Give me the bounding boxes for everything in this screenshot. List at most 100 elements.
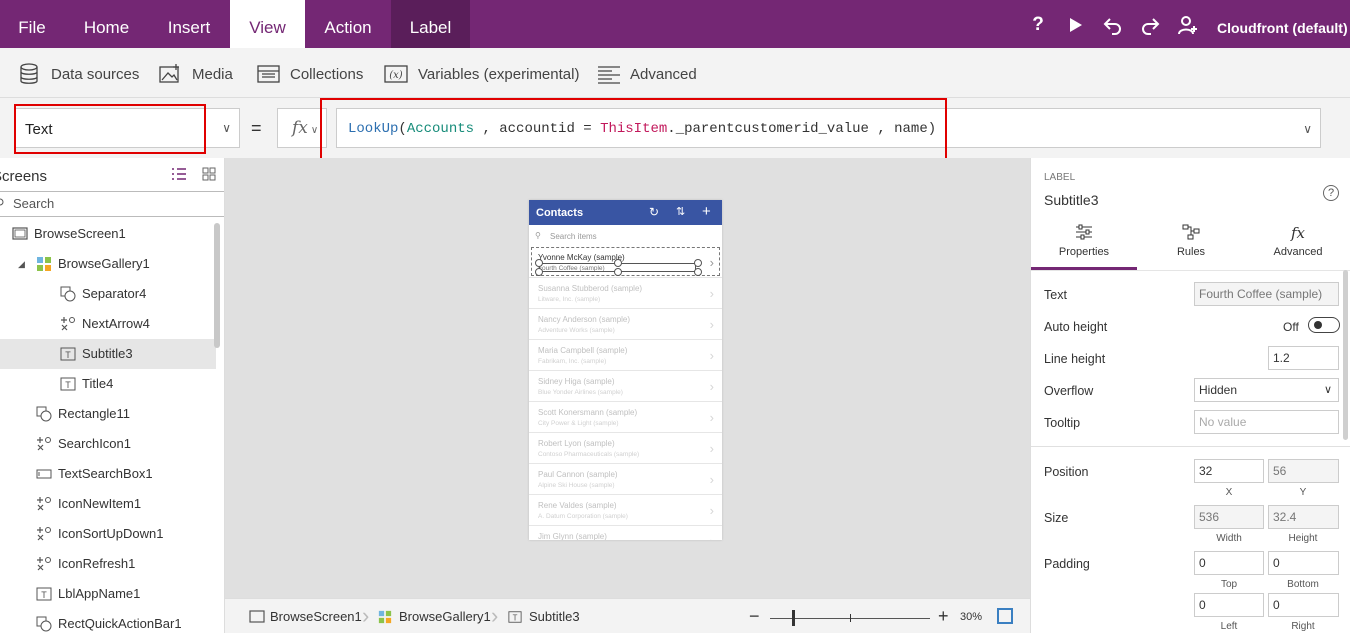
sort-icon[interactable]: ⇅ <box>676 205 685 218</box>
tree-item-separator4[interactable]: Separator4 <box>0 279 216 309</box>
zoom-out-button[interactable]: − <box>749 606 760 627</box>
gallery-item[interactable]: Scott Konersmann (sample) City Power & Li… <box>529 402 722 433</box>
tree-item-lblappname1[interactable]: T LblAppName1 <box>0 579 216 609</box>
tab-home[interactable]: Home <box>64 0 149 48</box>
tree-search-input[interactable]: Search <box>0 191 224 217</box>
tree-item-browsescreen1[interactable]: BrowseScreen1 <box>0 219 216 249</box>
play-icon[interactable] <box>1064 14 1086 36</box>
overflow-dropdown[interactable]: Hidden ∨ <box>1194 378 1339 402</box>
tab-label[interactable]: Label <box>391 0 470 48</box>
tab-insert[interactable]: Insert <box>149 0 229 48</box>
tree-item-nextarrow4[interactable]: NextArrow4 <box>0 309 216 339</box>
environment-label[interactable]: Cloudfront (default) <box>1217 20 1348 36</box>
tab-file[interactable]: File <box>0 0 64 48</box>
tree-item-iconrefresh1[interactable]: IconRefresh1 <box>0 549 216 579</box>
tab-rules[interactable]: Rules <box>1138 222 1244 270</box>
tab-view[interactable]: View <box>230 0 305 48</box>
gallery-item[interactable]: Maria Campbell (sample) Fabrikam, Inc. (s… <box>529 340 722 371</box>
tree-item-subtitle3[interactable]: T Subtitle3 <box>0 339 216 369</box>
tree-item-iconnewitem1[interactable]: IconNewItem1 <box>0 489 216 519</box>
tab-properties[interactable]: Properties <box>1031 222 1137 270</box>
tree-item-searchicon1[interactable]: SearchIcon1 <box>0 429 216 459</box>
share-user-icon[interactable] <box>1177 14 1199 36</box>
gallery-item[interactable]: Rene Valdes (sample) A. Datum Corporation… <box>529 495 722 526</box>
gallery-item[interactable]: Susanna Stubberod (sample) Litware, Inc. … <box>529 278 722 309</box>
gallery-item[interactable]: Robert Lyon (sample) Contoso Pharmaceutic… <box>529 433 722 464</box>
next-arrow-icon[interactable]: › <box>710 410 714 425</box>
resize-handle[interactable] <box>535 259 543 267</box>
divider <box>1031 446 1350 447</box>
list-view-icon[interactable] <box>171 167 187 181</box>
formula-input[interactable]: LookUp(Accounts , accountid = ThisItem._… <box>336 108 1321 148</box>
refresh-icon[interactable]: ↻ <box>649 205 659 219</box>
control-name[interactable]: Subtitle3 <box>1044 192 1098 208</box>
help-icon[interactable]: ? <box>1027 14 1049 36</box>
width-caption: Width <box>1216 533 1242 544</box>
tree-item-title4[interactable]: T Title4 <box>0 369 216 399</box>
tree-item-rectangle11[interactable]: Rectangle11 <box>0 399 216 429</box>
padding-bottom-field[interactable]: 0 <box>1268 551 1339 575</box>
app-screen-preview[interactable]: Contacts ↻ ⇅ + ⚲ Search items Yvonne McK… <box>529 200 722 540</box>
resize-handle[interactable] <box>614 268 622 276</box>
property-dropdown[interactable]: Text ∨ <box>14 108 240 148</box>
media-button[interactable]: Media <box>158 63 238 85</box>
resize-handle[interactable] <box>694 259 702 267</box>
zoom-slider-thumb[interactable] <box>792 610 795 626</box>
gallery-item[interactable]: Nancy Anderson (sample) Adventure Works (… <box>529 309 722 340</box>
next-arrow-icon[interactable]: › <box>710 534 714 540</box>
collapse-arrow-icon[interactable]: ◢ <box>18 249 25 279</box>
resize-handle[interactable] <box>535 268 543 276</box>
resize-handle[interactable] <box>694 268 702 276</box>
help-icon[interactable]: ? <box>1323 185 1339 201</box>
gallery-item[interactable]: Jim Glynn (sample) › <box>529 526 722 540</box>
padding-top-field[interactable]: 0 <box>1194 551 1264 575</box>
position-x-field[interactable]: 32 <box>1194 459 1264 483</box>
data-sources-button[interactable]: Data sources <box>18 63 139 85</box>
label-icon: T <box>60 347 76 361</box>
autoheight-toggle[interactable] <box>1308 317 1340 333</box>
position-y-field[interactable]: 56 <box>1268 459 1339 483</box>
next-arrow-icon[interactable]: › <box>710 317 714 332</box>
breadcrumb-browsegallery1[interactable]: BrowseGallery1 <box>378 609 491 625</box>
tree-item-browsegallery1[interactable]: ◢ BrowseGallery1 <box>0 249 216 279</box>
padding-left-field[interactable]: 0 <box>1194 593 1264 617</box>
add-icon[interactable]: + <box>702 203 711 220</box>
resize-handle[interactable] <box>614 259 622 267</box>
lineheight-field[interactable]: 1.2 <box>1268 346 1339 370</box>
next-arrow-icon[interactable]: › <box>710 286 714 301</box>
fit-to-window-icon[interactable] <box>997 608 1013 624</box>
thumbnail-view-icon[interactable] <box>202 167 216 181</box>
top-menu-bar: File Home Insert View Action Label ? Clo… <box>0 0 1350 48</box>
next-arrow-icon[interactable]: › <box>710 503 714 518</box>
tree-item-rectquickactionbar1[interactable]: RectQuickActionBar1 <box>0 609 216 633</box>
text-field[interactable]: Fourth Coffee (sample) <box>1194 282 1339 306</box>
tab-action[interactable]: Action <box>305 0 391 48</box>
tab-advanced[interactable]: fx Advanced <box>1245 222 1350 270</box>
design-canvas[interactable]: Contacts ↻ ⇅ + ⚲ Search items Yvonne McK… <box>225 158 1030 598</box>
undo-icon[interactable] <box>1102 14 1124 36</box>
tree-scrollbar[interactable] <box>214 223 220 348</box>
breadcrumb-subtitle3[interactable]: T Subtitle3 <box>508 609 598 625</box>
next-arrow-icon[interactable]: › <box>710 379 714 394</box>
next-arrow-icon[interactable]: › <box>710 472 714 487</box>
expand-formula-icon[interactable]: ∨ <box>1303 109 1312 149</box>
gallery-item[interactable]: Sidney Higa (sample) Blue Yonder Airlines… <box>529 371 722 402</box>
height-field[interactable]: 32.4 <box>1268 505 1339 529</box>
next-arrow-icon[interactable]: › <box>710 348 714 363</box>
advanced-button[interactable]: Advanced <box>597 63 697 85</box>
width-field[interactable]: 536 <box>1194 505 1264 529</box>
breadcrumb-browsescreen1[interactable]: BrowseScreen1 <box>249 609 362 625</box>
gallery-item[interactable]: Paul Cannon (sample) Alpine Ski House (sa… <box>529 464 722 495</box>
fx-button[interactable]: fx ∨ <box>277 108 327 148</box>
next-arrow-icon[interactable]: › <box>710 441 714 456</box>
zoom-in-button[interactable]: + <box>938 606 949 627</box>
collections-button[interactable]: Collections <box>257 63 367 85</box>
properties-scrollbar[interactable] <box>1343 270 1348 440</box>
variables-button[interactable]: (x) Variables (experimental) <box>384 63 579 85</box>
padding-right-field[interactable]: 0 <box>1268 593 1339 617</box>
tree-item-textsearchbox1[interactable]: TextSearchBox1 <box>0 459 216 489</box>
app-search-box[interactable]: ⚲ Search items <box>533 230 718 244</box>
tooltip-field[interactable]: No value <box>1194 410 1339 434</box>
tree-item-iconsortupdown1[interactable]: IconSortUpDown1 <box>0 519 216 549</box>
redo-icon[interactable] <box>1139 14 1161 36</box>
